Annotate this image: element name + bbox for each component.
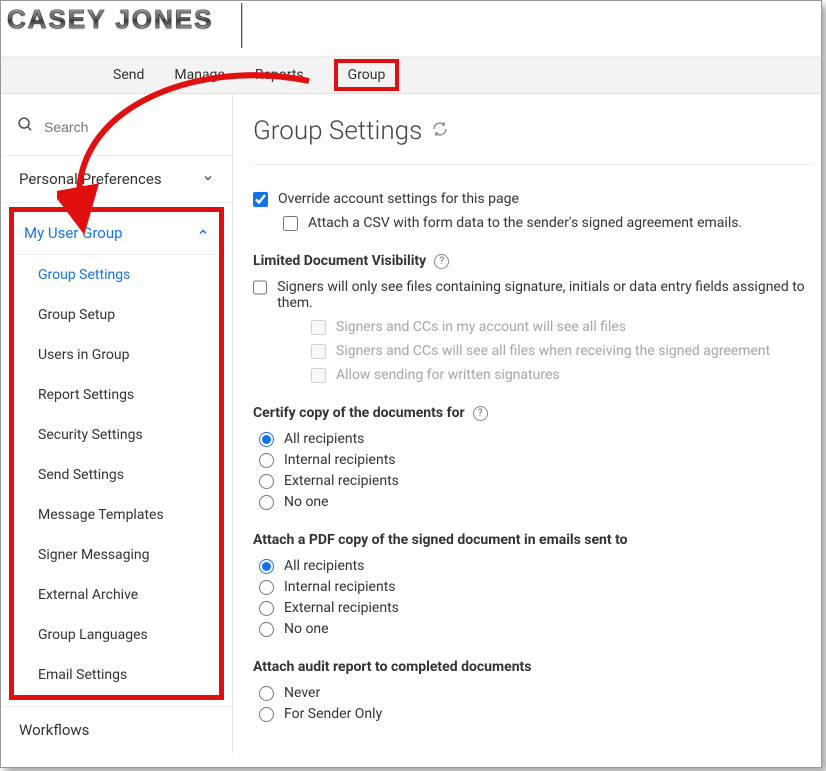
- tab-send[interactable]: Send: [113, 67, 144, 83]
- tab-group[interactable]: Group: [334, 59, 400, 91]
- certify-opt-3: No one: [253, 494, 813, 510]
- audit-heading: Attach audit report to completed documen…: [253, 659, 531, 675]
- attach-csv-row: Attach a CSV with form data to the sende…: [253, 215, 813, 231]
- attach-pdf-heading: Attach a PDF copy of the signed document…: [253, 532, 628, 548]
- sidebar-item-email-settings[interactable]: Email Settings: [14, 655, 219, 695]
- ldv-sub2-row: Signers and CCs will see all files when …: [253, 343, 813, 359]
- certify-radio-noone[interactable]: [259, 495, 274, 510]
- search-input[interactable]: [44, 119, 184, 135]
- limited-visibility-main-row: Signers will only see files containing s…: [253, 279, 813, 311]
- sidebar-item-external-archive[interactable]: External Archive: [14, 575, 219, 615]
- tab-manage[interactable]: Manage: [174, 67, 224, 83]
- attach-pdf-heading-row: Attach a PDF copy of the signed document…: [253, 532, 813, 548]
- attach-pdf-opt-1: Internal recipients: [253, 579, 813, 595]
- attach-pdf-radio-noone[interactable]: [259, 622, 274, 637]
- my-user-group-highlight: My User Group Group Settings Group Setup…: [9, 207, 224, 700]
- limited-visibility-heading-row: Limited Document Visibility ?: [253, 253, 813, 269]
- sidebar-item-group-setup[interactable]: Group Setup: [14, 295, 219, 335]
- help-icon[interactable]: ?: [473, 406, 488, 421]
- limited-visibility-heading: Limited Document Visibility: [253, 253, 426, 269]
- page-title-row: Group Settings: [253, 116, 813, 165]
- sidebar-workflows[interactable]: Workflows: [1, 706, 232, 753]
- attach-pdf-label: No one: [284, 621, 329, 637]
- sidebar-item-label: Personal Preferences: [19, 170, 162, 188]
- refresh-icon[interactable]: [432, 121, 448, 141]
- attach-csv-label: Attach a CSV with form data to the sende…: [308, 215, 742, 231]
- ldv-sub1-label: Signers and CCs in my account will see a…: [336, 319, 626, 335]
- audit-radio-never[interactable]: [259, 686, 274, 701]
- limited-visibility-label: Signers will only see files containing s…: [277, 279, 813, 311]
- certify-label: External recipients: [284, 473, 399, 489]
- certify-label: No one: [284, 494, 329, 510]
- sidebar-item-message-templates[interactable]: Message Templates: [14, 495, 219, 535]
- chevron-down-icon: [202, 172, 214, 187]
- certify-label: Internal recipients: [284, 452, 396, 468]
- attach-pdf-radio-external[interactable]: [259, 601, 274, 616]
- audit-radio-sender-only[interactable]: [259, 707, 274, 722]
- audit-opt-0: Never: [253, 685, 813, 701]
- certify-heading-row: Certify copy of the documents for ?: [253, 405, 813, 421]
- tab-reports[interactable]: Reports: [255, 67, 304, 83]
- brand-bar: CASEY JONES: [1, 1, 821, 56]
- audit-label: Never: [284, 685, 320, 701]
- certify-label: All recipients: [284, 431, 364, 447]
- search-icon: [17, 116, 34, 137]
- override-label: Override account settings for this page: [278, 191, 519, 207]
- certify-heading: Certify copy of the documents for: [253, 405, 465, 421]
- search-row: [1, 106, 232, 156]
- attach-pdf-radio-all[interactable]: [259, 559, 274, 574]
- sidebar-item-group-languages[interactable]: Group Languages: [14, 615, 219, 655]
- certify-opt-1: Internal recipients: [253, 452, 813, 468]
- attach-pdf-radio-internal[interactable]: [259, 580, 274, 595]
- audit-heading-row: Attach audit report to completed documen…: [253, 659, 813, 675]
- attach-csv-checkbox[interactable]: [283, 216, 298, 231]
- attach-pdf-opt-0: All recipients: [253, 558, 813, 574]
- sidebar-item-label: My User Group: [24, 224, 123, 242]
- ldv-sub3-checkbox: [311, 368, 326, 383]
- sidebar-item-group-settings[interactable]: Group Settings: [14, 255, 219, 295]
- sidebar-item-send-settings[interactable]: Send Settings: [14, 455, 219, 495]
- certify-radio-external[interactable]: [259, 474, 274, 489]
- override-checkbox[interactable]: [253, 192, 268, 207]
- top-nav: Send Manage Reports Group: [1, 56, 821, 94]
- sidebar-my-user-group[interactable]: My User Group: [14, 212, 219, 255]
- brand-separator: [241, 3, 242, 48]
- sidebar-item-signer-messaging[interactable]: Signer Messaging: [14, 535, 219, 575]
- ldv-sub2-checkbox: [311, 344, 326, 359]
- attach-pdf-label: Internal recipients: [284, 579, 396, 595]
- sidebar-personal-preferences[interactable]: Personal Preferences: [1, 156, 232, 203]
- main-panel: Group Settings Override account settings…: [233, 94, 821, 753]
- sidebar-item-report-settings[interactable]: Report Settings: [14, 375, 219, 415]
- sidebar-item-security-settings[interactable]: Security Settings: [14, 415, 219, 455]
- attach-pdf-label: External recipients: [284, 600, 399, 616]
- certify-opt-2: External recipients: [253, 473, 813, 489]
- attach-pdf-opt-2: External recipients: [253, 600, 813, 616]
- brand-logo: CASEY JONES: [7, 3, 213, 35]
- sidebar-item-users-in-group[interactable]: Users in Group: [14, 335, 219, 375]
- ldv-sub1-row: Signers and CCs in my account will see a…: [253, 319, 813, 335]
- page-title: Group Settings: [253, 116, 422, 146]
- certify-radio-all[interactable]: [259, 432, 274, 447]
- chevron-up-icon: [197, 224, 209, 242]
- override-row: Override account settings for this page: [253, 191, 813, 207]
- help-icon[interactable]: ?: [434, 254, 449, 269]
- ldv-sub3-row: Allow sending for written signatures: [253, 367, 813, 383]
- sidebar: Personal Preferences My User Group Group…: [1, 94, 233, 753]
- audit-label: For Sender Only: [284, 706, 382, 722]
- certify-opt-0: All recipients: [253, 431, 813, 447]
- limited-visibility-checkbox[interactable]: [253, 280, 267, 295]
- audit-opt-1: For Sender Only: [253, 706, 813, 722]
- ldv-sub1-checkbox: [311, 320, 326, 335]
- attach-pdf-opt-3: No one: [253, 621, 813, 637]
- my-user-group-items: Group Settings Group Setup Users in Grou…: [14, 255, 219, 695]
- ldv-sub2-label: Signers and CCs will see all files when …: [336, 343, 770, 359]
- certify-radio-internal[interactable]: [259, 453, 274, 468]
- ldv-sub3-label: Allow sending for written signatures: [336, 367, 560, 383]
- attach-pdf-label: All recipients: [284, 558, 364, 574]
